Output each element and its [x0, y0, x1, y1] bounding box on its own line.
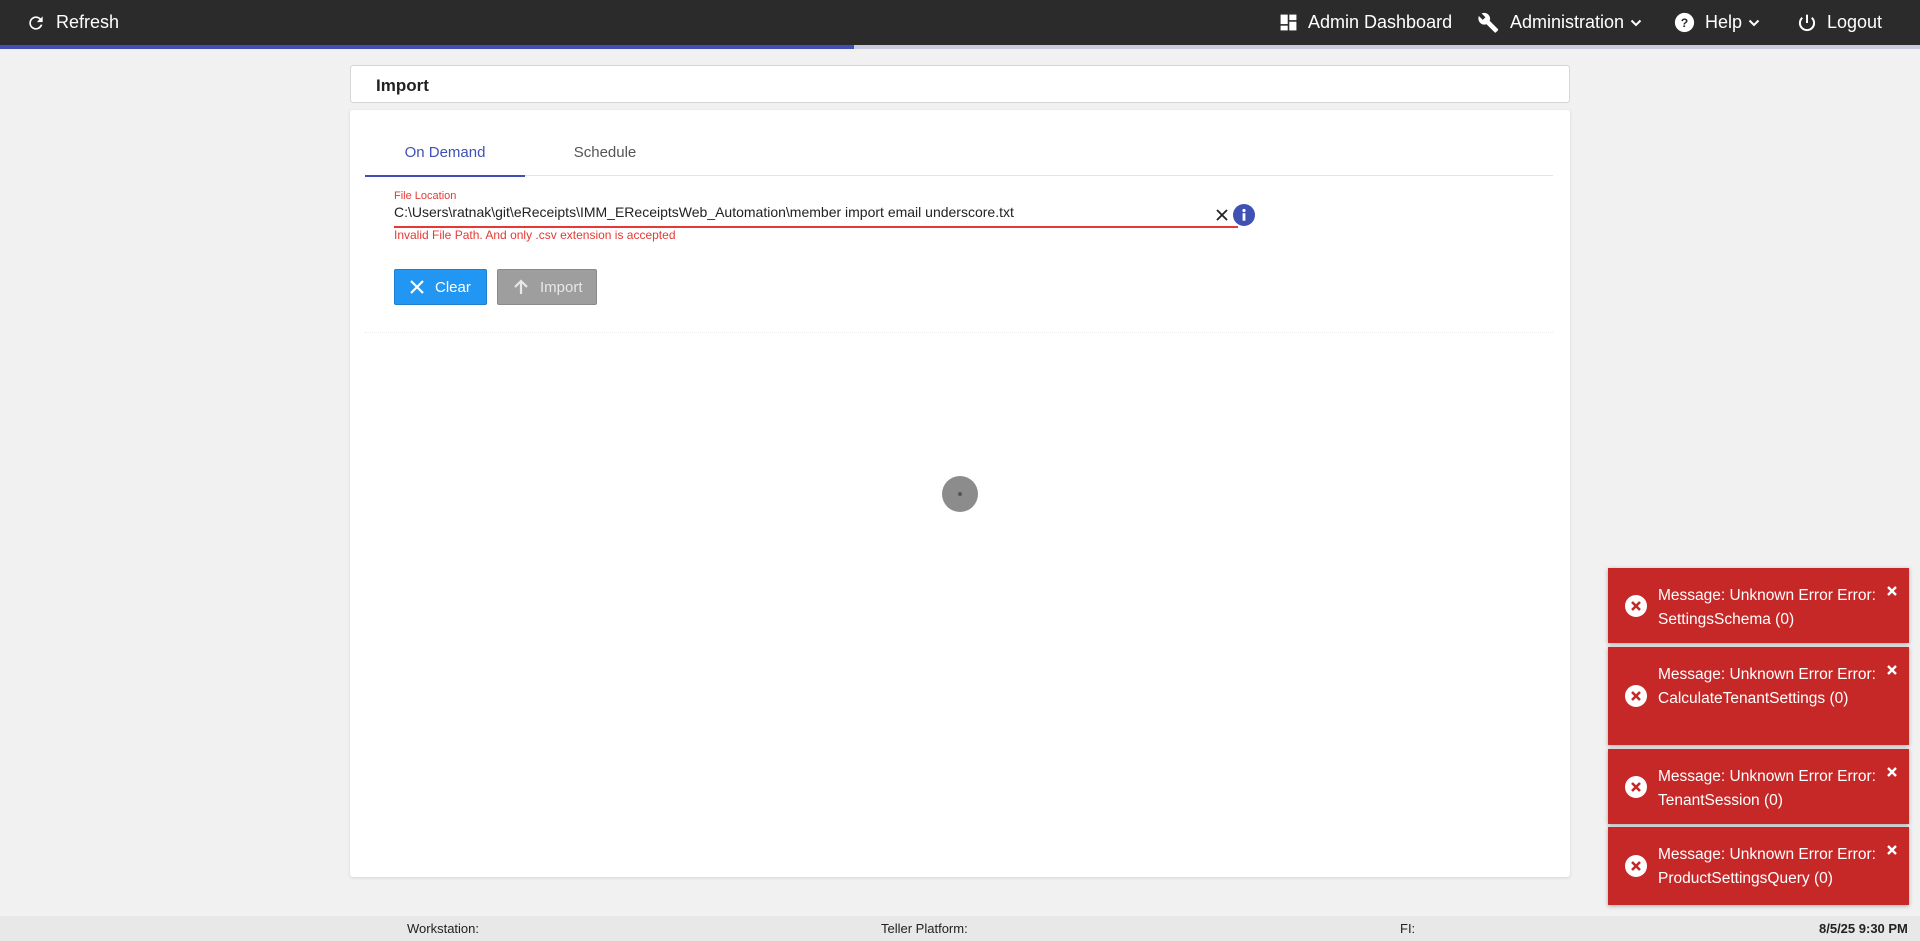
wrench-icon	[1478, 12, 1499, 33]
close-icon[interactable]	[1885, 584, 1899, 598]
power-icon	[1798, 14, 1816, 31]
help-menu[interactable]: ? Help	[1674, 0, 1760, 45]
loading-progress-bar	[0, 45, 1920, 49]
toast-message: Message: Unknown Error Error: TenantSess…	[1658, 768, 1876, 809]
logout-label: Logout	[1827, 12, 1883, 32]
close-icon[interactable]	[1885, 843, 1899, 857]
help-label: Help	[1705, 12, 1743, 32]
tab-bar: On Demand Schedule	[365, 128, 1553, 177]
file-location-label: File Location	[394, 190, 457, 202]
error-circle-icon	[1625, 685, 1647, 707]
close-icon[interactable]	[1885, 765, 1899, 779]
help-icon: ?	[1674, 12, 1695, 33]
chevron-down-icon	[1748, 19, 1760, 26]
error-toast: Message: Unknown Error Error: SettingsSc…	[1608, 568, 1909, 643]
error-circle-icon	[1625, 855, 1647, 877]
logout-button[interactable]: Logout	[1797, 0, 1882, 45]
info-icon[interactable]	[1233, 204, 1255, 226]
error-toast: Message: Unknown Error Error: ProductSet…	[1608, 827, 1909, 905]
status-bar: Workstation: Teller Platform: FI: 8/5/25…	[0, 916, 1920, 941]
loading-spinner	[942, 476, 978, 512]
error-toast: Message: Unknown Error Error: TenantSess…	[1608, 749, 1909, 824]
admin-dashboard-link[interactable]: Admin Dashboard	[1279, 0, 1452, 45]
page-header: Import	[350, 65, 1570, 103]
import-button-label: Import	[540, 278, 583, 296]
import-button[interactable]: Import	[497, 269, 597, 305]
svg-text:?: ?	[1681, 16, 1688, 30]
close-icon[interactable]	[1885, 663, 1899, 677]
dashboard-icon	[1280, 14, 1297, 31]
error-circle-icon	[1625, 595, 1647, 617]
workstation-label: Workstation:	[407, 921, 480, 936]
toast-message: Message: Unknown Error Error: SettingsSc…	[1658, 587, 1876, 628]
admin-dashboard-label: Admin Dashboard	[1308, 12, 1453, 32]
toast-message: Message: Unknown Error Error: ProductSet…	[1658, 846, 1876, 887]
loading-progress-fill	[0, 45, 855, 49]
teller-platform-label: Teller Platform:	[881, 921, 968, 936]
chevron-down-icon	[1630, 19, 1642, 26]
administration-label: Administration	[1510, 12, 1625, 32]
file-location-error: Invalid File Path. And only .csv extensi…	[394, 228, 676, 242]
page-title: Import	[376, 76, 429, 95]
fi-label: FI:	[1400, 921, 1416, 936]
clear-button-label: Clear	[435, 278, 471, 296]
clear-field-icon[interactable]	[1214, 207, 1230, 223]
refresh-icon	[29, 15, 43, 30]
toast-message: Message: Unknown Error Error: CalculateT…	[1658, 666, 1876, 707]
top-navigation-bar: Refresh Admin Dashboard Administration ?…	[0, 0, 1920, 45]
datetime-display: 8/5/25 9:30 PM	[1819, 921, 1908, 936]
administration-menu[interactable]: Administration	[1478, 0, 1642, 45]
close-icon	[410, 280, 424, 294]
refresh-button[interactable]: Refresh	[26, 0, 119, 45]
arrow-up-icon	[514, 279, 528, 294]
tab-schedule[interactable]: Schedule	[525, 128, 685, 176]
tab-on-demand[interactable]: On Demand	[365, 128, 525, 177]
section-divider	[365, 332, 1553, 333]
file-location-input[interactable]	[394, 203, 1194, 221]
error-toast: Message: Unknown Error Error: CalculateT…	[1608, 647, 1909, 745]
clear-button[interactable]: Clear	[394, 269, 487, 305]
spinner-center-dot	[958, 492, 962, 496]
error-circle-icon	[1625, 776, 1647, 798]
refresh-label: Refresh	[56, 12, 120, 32]
